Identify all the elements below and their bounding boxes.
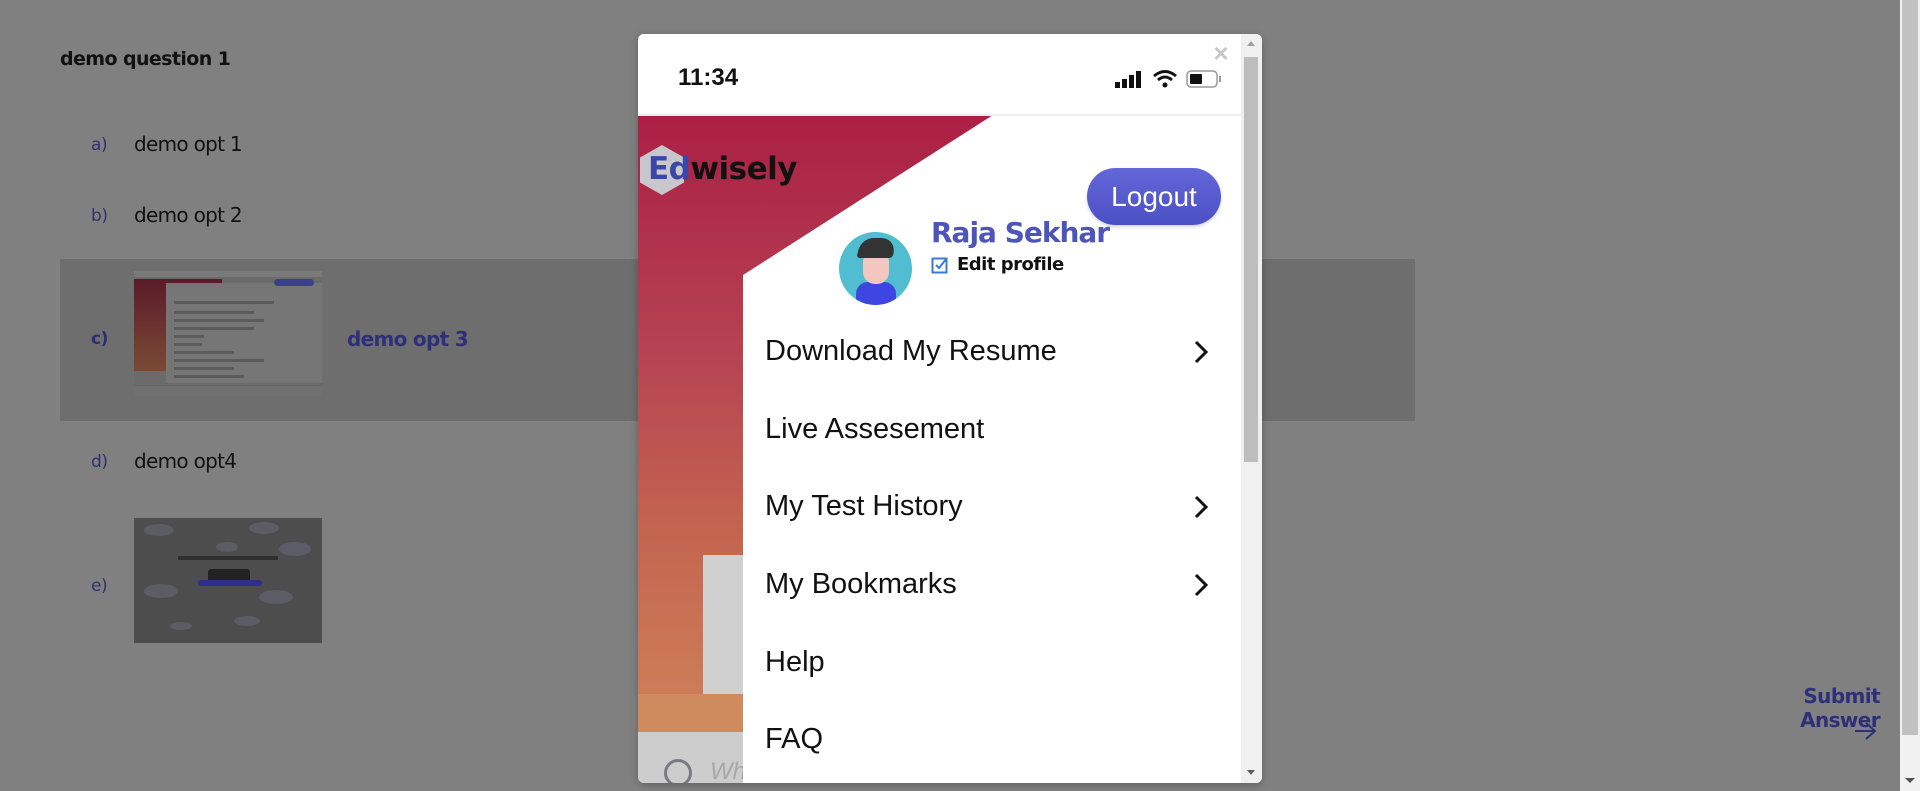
option-label: c) (91, 329, 109, 349)
menu-item-test-history[interactable]: My Test History (765, 482, 1225, 532)
chevron-right-icon (1194, 495, 1209, 519)
option-e-image (134, 518, 322, 643)
menu-item-label: Live Assesement (765, 413, 985, 445)
option-label: e) (91, 576, 108, 596)
menu-item-label: My Test History (765, 490, 963, 522)
chevron-right-icon (1194, 340, 1209, 364)
wifi-icon (1153, 70, 1177, 88)
menu-item-label: My Bookmarks (765, 568, 957, 600)
scroll-down-icon[interactable] (1905, 778, 1915, 783)
modal-scrollbar[interactable] (1241, 34, 1262, 783)
battery-icon (1186, 70, 1221, 88)
status-time: 11:34 (678, 64, 739, 91)
menu-item-label: Download My Resume (765, 335, 1057, 367)
option-label: a) (91, 135, 108, 155)
logo-prefix: Ed (648, 151, 691, 187)
close-icon[interactable]: × (1210, 40, 1232, 66)
image-preview-modal: Wh Edwisely Logout Raja Sekhar Edit prof… (638, 34, 1262, 783)
scroll-up-icon[interactable] (1247, 41, 1255, 46)
signal-icon (1115, 71, 1141, 88)
arrow-right-icon[interactable] (1852, 718, 1878, 744)
phone-screenshot: Wh Edwisely Logout Raja Sekhar Edit prof… (638, 34, 1241, 783)
side-drawer: Edwisely Logout Raja Sekhar Edit profile… (638, 115, 1241, 783)
option-label: b) (91, 206, 108, 226)
edit-checkbox-icon[interactable] (931, 256, 949, 274)
question-text: demo question 1 (60, 48, 231, 70)
option-label: d) (91, 452, 108, 472)
edit-profile-link[interactable]: Edit profile (957, 254, 1064, 275)
phone-status-bar: 11:34 (638, 34, 1241, 116)
chevron-right-icon (1194, 573, 1209, 597)
option-text: demo opt 3 (347, 327, 469, 351)
option-text: demo opt 1 (134, 132, 243, 156)
menu-item-download-resume[interactable]: Download My Resume (765, 327, 1225, 377)
menu-item-faq[interactable]: FAQ (765, 715, 1225, 765)
menu-item-bookmarks[interactable]: My Bookmarks (765, 560, 1225, 610)
menu-item-help[interactable]: Help (765, 638, 1225, 688)
page-scrollbar-thumb[interactable] (1902, 0, 1918, 735)
profile-name: Raja Sekhar (931, 216, 1110, 249)
modal-scrollbar-thumb[interactable] (1244, 57, 1258, 462)
option-text: demo opt4 (134, 449, 237, 473)
option-text: demo opt 2 (134, 203, 243, 227)
option-c-image (134, 271, 322, 396)
menu-item-label: FAQ (765, 723, 824, 755)
menu-item-label: Help (765, 646, 825, 678)
avatar (839, 232, 912, 305)
logo-suffix: wisely (690, 151, 797, 187)
menu-item-live-assessment[interactable]: Live Assesement (765, 405, 1225, 455)
page-scrollbar[interactable] (1900, 0, 1920, 791)
scroll-down-icon[interactable] (1247, 770, 1255, 775)
edwisely-logo: Edwisely (640, 145, 797, 195)
